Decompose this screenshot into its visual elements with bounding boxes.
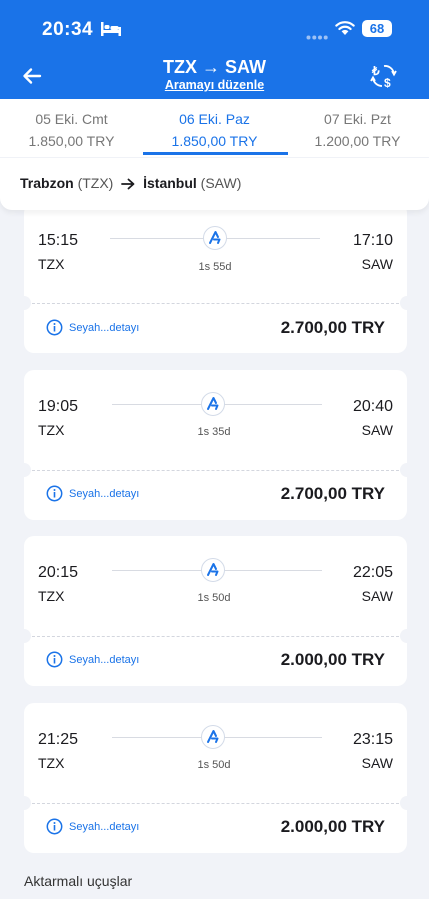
flight-price: 2.700,00 TRY: [280, 484, 385, 503]
card-divider: [32, 636, 399, 637]
flight-price: 2.700,00 TRY: [280, 318, 385, 337]
currency-exchange-icon[interactable]: ₺ $: [370, 62, 398, 90]
date-price: 1.850,00 TRY: [171, 133, 258, 149]
route-summary: Trabzon (TZX) İstanbul (SAW): [0, 158, 429, 210]
departure-airport: TZX: [38, 755, 65, 771]
date-price: 1.850,00 TRY: [28, 133, 115, 149]
route-arrow-icon: [121, 177, 135, 193]
app-header: 20:34 68 TZX → SAW Aramayı düzenle ₺ $: [0, 0, 429, 99]
flight-card[interactable]: 19:05 20:40 TZX SAW 1s 35d Seyah...detay…: [17, 370, 414, 520]
arrival-airport: SAW: [361, 422, 393, 438]
arrival-time: 22:05: [352, 564, 393, 581]
destination-code: (SAW): [200, 175, 242, 191]
flight-duration: 1s 35d: [197, 426, 231, 438]
edit-search-link[interactable]: Aramayı düzenle: [0, 78, 429, 92]
travel-details-link[interactable]: Seyah...detayı: [69, 488, 139, 500]
airline-logo-icon: [201, 392, 225, 416]
departure-time: 21:25: [38, 731, 79, 748]
destination-city: İstanbul: [143, 175, 197, 191]
card-notch: [400, 296, 414, 310]
card-divider: [32, 470, 399, 471]
arrival-time: 17:10: [352, 232, 393, 249]
departure-time: 20:15: [38, 564, 79, 581]
flight-card[interactable]: 20:15 22:05 TZX SAW 1s 50d Seyah...detay…: [17, 536, 414, 686]
airline-logo-icon: [201, 725, 225, 749]
battery-indicator: 68: [362, 20, 392, 37]
date-tab-prev[interactable]: 05 Eki. Cmt 1.850,00 TRY: [0, 99, 143, 157]
flight-duration: 1s 50d: [197, 759, 231, 771]
card-notch: [17, 296, 31, 310]
status-time: 20:34: [42, 19, 94, 40]
departure-time: 19:05: [38, 398, 79, 415]
date-tab-indicator: [143, 152, 288, 155]
date-tab-next[interactable]: 07 Eki. Pzt 1.200,00 TRY: [286, 99, 429, 157]
page-title: TZX → SAW: [163, 57, 266, 77]
info-icon[interactable]: [46, 651, 63, 668]
flight-duration: 1s 50d: [197, 592, 231, 604]
arrival-airport: SAW: [361, 256, 393, 272]
card-notch: [400, 463, 414, 477]
date-selector: 05 Eki. Cmt 1.850,00 TRY 06 Eki. Paz 1.8…: [0, 99, 429, 157]
departure-airport: TZX: [38, 422, 65, 438]
card-notch: [17, 629, 31, 643]
card-divider: [32, 803, 399, 804]
airline-logo-icon: [203, 226, 227, 250]
card-notch: [17, 796, 31, 810]
status-bar: 20:34 68: [0, 0, 429, 56]
signal-dots-icon: [306, 27, 328, 40]
wifi-icon: [335, 20, 355, 36]
date-label: 07 Eki. Pzt: [324, 111, 391, 127]
arrival-airport: SAW: [361, 588, 393, 604]
travel-details-link[interactable]: Seyah...detayı: [69, 322, 139, 334]
card-notch: [400, 796, 414, 810]
flight-price: 2.000,00 TRY: [280, 817, 385, 836]
date-label: 06 Eki. Paz: [179, 111, 250, 127]
origin-city: Trabzon: [20, 175, 74, 191]
flight-price: 2.000,00 TRY: [280, 650, 385, 669]
travel-details-link[interactable]: Seyah...detayı: [69, 654, 139, 666]
departure-airport: TZX: [38, 588, 65, 604]
card-notch: [17, 463, 31, 477]
info-icon[interactable]: [46, 818, 63, 835]
flight-duration: 1s 55d: [198, 261, 232, 273]
info-icon[interactable]: [46, 319, 63, 336]
origin-code: (TZX): [77, 175, 114, 191]
arrival-time: 23:15: [352, 731, 393, 748]
arrival-time: 20:40: [352, 398, 393, 415]
arrival-airport: SAW: [361, 755, 393, 771]
svg-text:₺: ₺: [371, 64, 380, 78]
date-tab-selected[interactable]: 06 Eki. Paz 1.850,00 TRY: [143, 99, 286, 157]
departure-time: 15:15: [38, 232, 79, 249]
flight-card[interactable]: 21:25 23:15 TZX SAW 1s 50d Seyah...detay…: [17, 703, 414, 853]
card-notch: [400, 629, 414, 643]
date-label: 05 Eki. Cmt: [35, 111, 108, 127]
flight-card[interactable]: 15:15 17:10 TZX SAW 1s 55d Seyah...detay…: [17, 203, 414, 353]
airline-logo-icon: [201, 558, 225, 582]
bed-icon: [101, 22, 121, 36]
travel-details-link[interactable]: Seyah...detayı: [69, 821, 139, 833]
date-price: 1.200,00 TRY: [314, 133, 401, 149]
departure-airport: TZX: [38, 256, 65, 272]
card-divider: [32, 303, 399, 304]
connecting-flights-heading[interactable]: Aktarmalı uçuşlar: [24, 873, 132, 889]
info-icon[interactable]: [46, 485, 63, 502]
svg-text:$: $: [384, 76, 391, 90]
